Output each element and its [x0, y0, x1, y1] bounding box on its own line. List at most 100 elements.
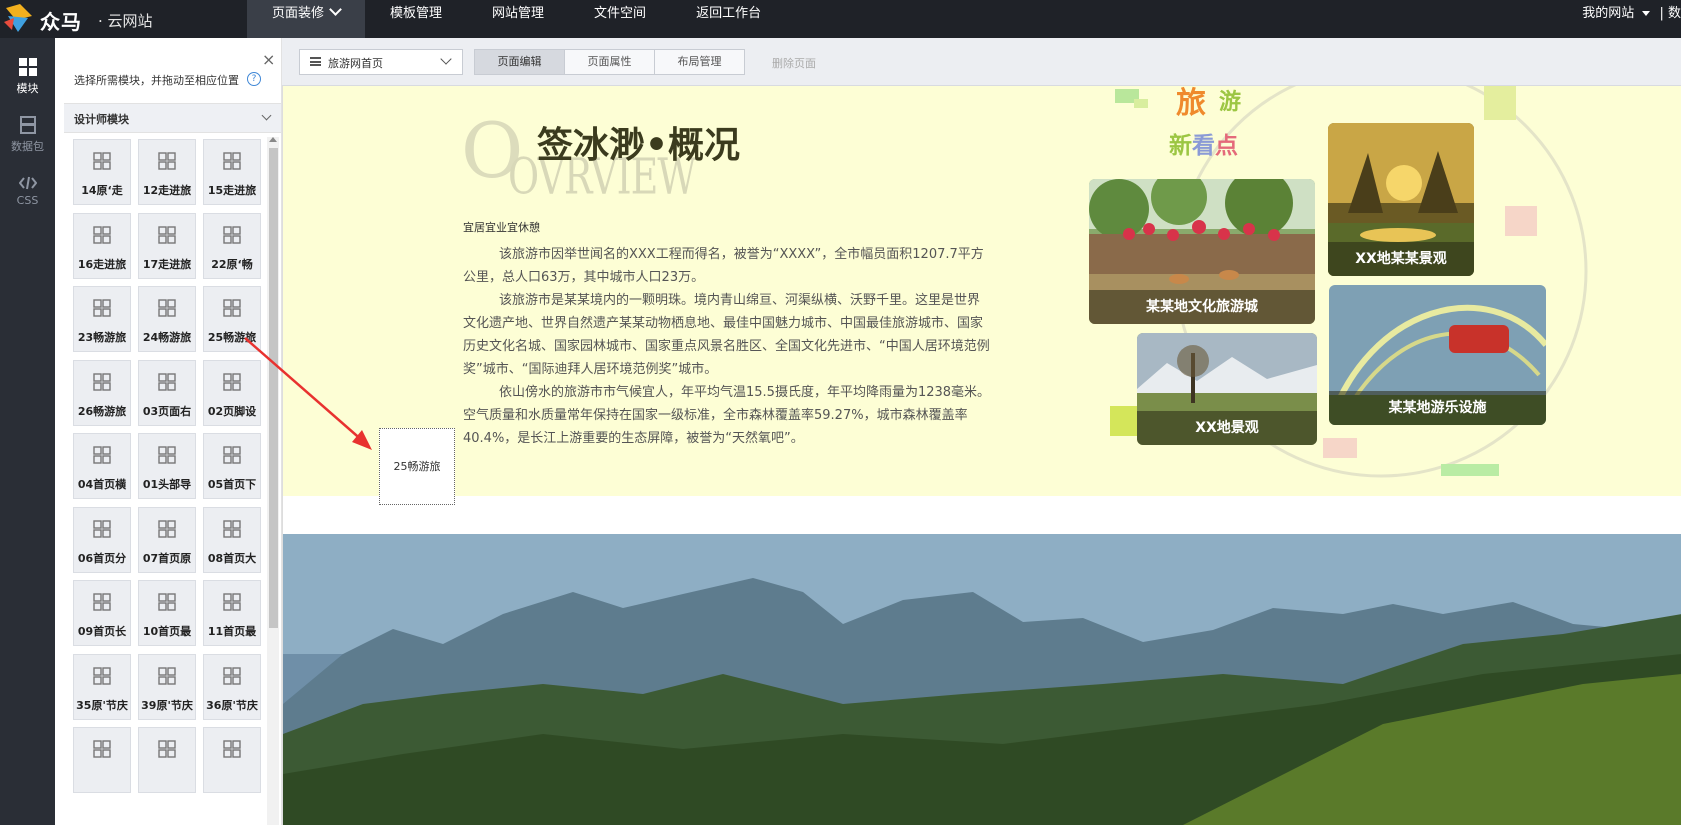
module-grid-icon	[223, 593, 241, 611]
modules-grid-icon	[18, 58, 37, 76]
designer-modules-header[interactable]: 设计师模块	[64, 103, 281, 133]
module-tile[interactable]: 04首页横	[73, 433, 131, 499]
card-caption: 某某地游乐设施	[1329, 391, 1546, 425]
card-culture-city[interactable]: 某某地文化旅游城	[1089, 179, 1315, 324]
dragged-module-ghost[interactable]: 25畅游旅	[379, 428, 455, 505]
overview-section[interactable]: O OVRVIEW 签冰渺•概况 宜居宜业宜休憩 该旅游市因举世闻名的XXX工程…	[283, 86, 1681, 496]
module-grid-icon	[223, 519, 241, 538]
module-tile[interactable]: 05首页下	[203, 433, 261, 499]
data-package-icon	[19, 116, 36, 134]
delete-page-button[interactable]: 删除页面	[772, 55, 816, 71]
code-icon	[18, 176, 37, 190]
module-tile[interactable]: 01头部导	[138, 433, 196, 499]
card-amusement[interactable]: 某某地游乐设施	[1329, 285, 1546, 425]
scroll-up-arrow-icon[interactable]	[269, 137, 277, 142]
module-tile[interactable]: 10首页最	[138, 580, 196, 646]
page-canvas[interactable]: O OVRVIEW 签冰渺•概况 宜居宜业宜休憩 该旅游市因举世闻名的XXX工程…	[282, 86, 1681, 825]
module-tile[interactable]: 08首页大	[203, 506, 261, 573]
paragraph: 该旅游市因举世闻名的XXX工程而得名，被誉为“XXXX”，全市幅员面积1207.…	[463, 247, 984, 285]
help-icon[interactable]: ?	[247, 72, 261, 86]
sidebar-item-css[interactable]: CSS	[0, 176, 55, 207]
module-tile[interactable]: 09首页长	[73, 580, 131, 646]
nav-page-decoration[interactable]: 页面装修	[247, 0, 366, 38]
module-tile[interactable]: 39原'节庆	[138, 653, 196, 720]
editor-toolbar: 旅游网首页 页面编辑 页面属性 布局管理 删除页面	[282, 38, 1681, 86]
page-select-value: 旅游网首页	[328, 57, 383, 70]
tab-layout-management[interactable]: 布局管理	[654, 49, 745, 75]
card-caption: XX地景观	[1137, 411, 1317, 445]
module-tile-label: 15走进旅	[207, 184, 257, 197]
module-grid-icon	[93, 372, 111, 391]
tab-page-edit[interactable]: 页面编辑	[474, 49, 565, 75]
caret-down-icon	[1642, 11, 1651, 16]
module-grid-icon	[158, 225, 176, 244]
module-tile[interactable]	[138, 727, 196, 793]
module-tile[interactable]: 12走进旅	[138, 139, 196, 205]
deco-text-new-sights: 新看点	[1169, 126, 1238, 160]
module-tile-label: 24畅游旅	[142, 331, 192, 344]
module-tile-label: 22原‘畅	[211, 257, 253, 271]
section-subtitle[interactable]: 宜居宜业宜休憩	[463, 219, 540, 235]
top-bar: 众马 · 云网站 页面装修 模板管理 网站管理 文件空间 返回工作台 我的网站 …	[0, 0, 1681, 38]
module-tile-label: 12走进旅	[142, 184, 192, 197]
nav-template-management[interactable]: 模板管理	[365, 0, 467, 38]
module-tile[interactable]: 06首页分	[73, 506, 131, 573]
module-tile-label: 05首页下	[207, 478, 257, 491]
module-grid-icon	[223, 740, 241, 758]
nav-site-management[interactable]: 网站管理	[467, 0, 569, 38]
module-tile[interactable]: 25畅游旅	[203, 286, 261, 352]
card-scenery-a[interactable]: XX地某某景观	[1328, 123, 1474, 276]
my-site-menu[interactable]: 我的网站	[1582, 6, 1634, 21]
module-grid-icon	[93, 225, 111, 244]
nav-back-to-workbench[interactable]: 返回工作台	[671, 0, 786, 38]
module-tile[interactable]: 03页面右	[138, 359, 196, 426]
module-tile[interactable]: 16走进旅	[73, 212, 131, 279]
close-panel-button[interactable]: ×	[262, 50, 275, 69]
tab-page-properties[interactable]: 页面属性	[564, 49, 655, 75]
module-tile-label: 02页脚设	[207, 404, 257, 418]
module-tile[interactable]: 24畅游旅	[138, 286, 196, 352]
scroll-thumb[interactable]	[269, 148, 278, 628]
chevron-down-icon	[261, 110, 272, 121]
module-tile-label: 39原'节庆	[141, 698, 193, 712]
module-tile[interactable]: 26畅游旅	[73, 359, 131, 426]
module-tile[interactable]	[73, 727, 131, 793]
page-select[interactable]: 旅游网首页	[299, 49, 463, 75]
paragraph: 依山傍水的旅游市市气候宜人，年平均气温15.5摄氏度，年平均降雨量为1238毫米…	[463, 385, 991, 446]
sidebar-item-data-package[interactable]: 数据包	[0, 116, 55, 154]
module-tile-label: 06首页分	[77, 551, 127, 565]
menu-icon	[310, 57, 321, 66]
module-grid-icon	[223, 666, 241, 685]
module-tile[interactable]	[203, 727, 261, 793]
panel-scrollbar[interactable]	[267, 137, 279, 825]
module-tile[interactable]: 17走进旅	[138, 212, 196, 279]
deco-text-travel-2: 游	[1219, 89, 1242, 115]
module-tile-label: 04首页横	[77, 478, 127, 491]
module-tile[interactable]: 22原‘畅	[203, 212, 261, 279]
module-tile-label: 26畅游旅	[77, 404, 127, 418]
module-tile-label: 17走进旅	[142, 257, 192, 271]
deco-char: 点	[1215, 132, 1238, 159]
topright-cut-item[interactable]: | 数	[1659, 6, 1681, 21]
module-grid-icon	[158, 372, 176, 391]
module-tile[interactable]: 23畅游旅	[73, 286, 131, 352]
module-tile[interactable]: 36原'节庆	[203, 653, 261, 720]
module-tile-label: 11首页最	[207, 625, 257, 638]
module-tile[interactable]: 02页脚设	[203, 359, 261, 426]
module-tile[interactable]: 14原‘走	[73, 139, 131, 205]
module-tile[interactable]: 15走进旅	[203, 139, 261, 205]
module-tile-label: 10首页最	[142, 625, 192, 638]
section-title[interactable]: 签冰渺•概况	[537, 116, 740, 168]
module-tile[interactable]: 35原'节庆	[73, 653, 131, 720]
overview-text[interactable]: 该旅游市因举世闻名的XXX工程而得名，被誉为“XXXX”，全市幅员面积1207.…	[463, 243, 991, 450]
logo[interactable]: 众马 · 云网站	[0, 0, 200, 38]
topright-menu: 我的网站 | 数	[1582, 0, 1681, 38]
module-tile[interactable]: 07首页原	[138, 506, 196, 573]
module-grid-icon	[158, 152, 176, 170]
deco-char: 新	[1169, 132, 1192, 159]
nav-file-space[interactable]: 文件空间	[569, 0, 671, 38]
module-tile[interactable]: 11首页最	[203, 580, 261, 646]
module-grid-icon	[223, 446, 241, 464]
sidebar-item-modules[interactable]: 模块	[0, 58, 55, 96]
card-landscape[interactable]: XX地景观	[1137, 333, 1317, 445]
